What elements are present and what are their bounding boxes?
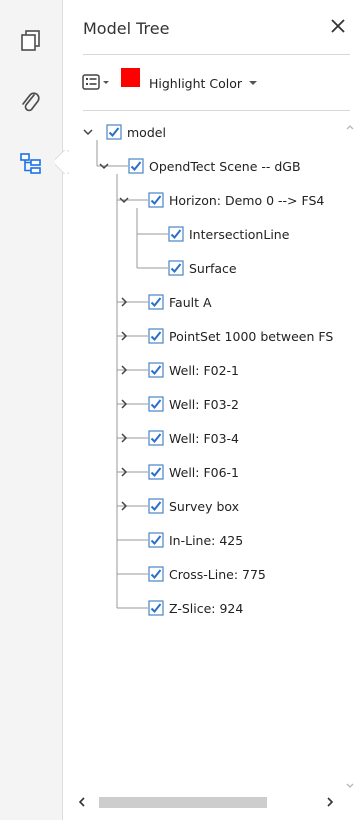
checkbox-checked-icon[interactable] bbox=[148, 362, 164, 378]
tree-node-label: Well: F06-1 bbox=[169, 464, 240, 480]
chevron-right-icon[interactable] bbox=[117, 397, 131, 411]
highlight-color-swatch[interactable] bbox=[121, 68, 140, 87]
pages-button[interactable] bbox=[14, 24, 48, 58]
tree-node-label: Well: F03-2 bbox=[169, 396, 240, 412]
tree-node-label: Well: F03-4 bbox=[169, 430, 240, 446]
tree-node-label: OpendTect Scene -- dGB bbox=[149, 158, 301, 174]
chevron-right-icon[interactable] bbox=[117, 329, 131, 343]
vertical-scrollbar[interactable] bbox=[343, 116, 357, 796]
checkbox-checked-icon[interactable] bbox=[148, 294, 164, 310]
model-tree-icon bbox=[20, 153, 41, 174]
panel-title: Model Tree bbox=[83, 19, 170, 38]
chevron-right-icon[interactable] bbox=[117, 431, 131, 445]
panel-toolbar: Highlight Color bbox=[63, 60, 360, 106]
checkbox-checked-icon[interactable] bbox=[128, 158, 144, 174]
model-tree-button[interactable] bbox=[14, 146, 48, 180]
tree-node[interactable]: Horizon: Demo 0 --> FS4 bbox=[119, 187, 325, 213]
attachments-button[interactable] bbox=[14, 86, 48, 120]
checkbox-checked-icon[interactable] bbox=[106, 124, 122, 140]
checkbox-checked-icon[interactable] bbox=[168, 260, 184, 276]
tree-node[interactable]: Well: F06-1 bbox=[121, 459, 240, 485]
tree-node-label: Cross-Line: 775 bbox=[169, 566, 266, 582]
checkbox-checked-icon[interactable] bbox=[148, 430, 164, 446]
pages-icon bbox=[21, 30, 40, 51]
tree-node-label: model bbox=[127, 124, 166, 140]
chevron-right-icon[interactable] bbox=[117, 499, 131, 513]
tree-node-label: Survey box bbox=[169, 498, 240, 514]
tree-node-label: PointSet 1000 between FS bbox=[169, 328, 334, 344]
checkbox-checked-icon[interactable] bbox=[148, 192, 164, 208]
checkbox-checked-icon[interactable] bbox=[148, 464, 164, 480]
model-tree-panel: Model Tree Highlight Color model OpendTec… bbox=[63, 0, 360, 820]
attachment-icon bbox=[22, 92, 40, 112]
tree-node-label: Well: F02-1 bbox=[169, 362, 240, 378]
chevron-down-icon[interactable] bbox=[117, 193, 131, 207]
panel-header: Model Tree bbox=[63, 0, 360, 54]
vertical-scrollbar-arrows bbox=[346, 125, 354, 788]
tree-node[interactable]: PointSet 1000 between FS bbox=[121, 323, 334, 349]
model-tree: model OpendTect Scene -- dGB Horizon: Demo… bbox=[63, 110, 360, 790]
chevron-right-icon[interactable] bbox=[117, 295, 131, 309]
close-icon bbox=[331, 19, 345, 33]
tree-node-label: Z-Slice: 924 bbox=[169, 600, 244, 616]
tree-node-label: IntersectionLine bbox=[189, 226, 290, 242]
left-navigation-rail bbox=[0, 0, 63, 820]
chevron-down-icon[interactable] bbox=[97, 159, 111, 173]
horizontal-scroll-thumb[interactable] bbox=[99, 797, 267, 808]
tree-node[interactable]: model bbox=[83, 119, 166, 145]
tree-node[interactable]: Survey box bbox=[121, 493, 240, 519]
tree-node[interactable]: Fault A bbox=[121, 289, 212, 315]
tree-node[interactable]: Well: F03-2 bbox=[121, 391, 240, 417]
checkbox-checked-icon[interactable] bbox=[148, 396, 164, 412]
checkbox-checked-icon[interactable] bbox=[148, 498, 164, 514]
tree-node-label: Fault A bbox=[169, 294, 212, 310]
checkbox-checked-icon[interactable] bbox=[148, 566, 164, 582]
tree-node[interactable]: OpendTect Scene -- dGB bbox=[99, 153, 301, 179]
horizontal-scrollbar[interactable] bbox=[63, 792, 360, 812]
checkbox-checked-icon[interactable] bbox=[148, 532, 164, 548]
scroll-right-icon[interactable] bbox=[325, 796, 335, 808]
tree-node[interactable]: Well: F02-1 bbox=[121, 357, 240, 383]
checkbox-checked-icon[interactable] bbox=[148, 328, 164, 344]
tree-node-label: Horizon: Demo 0 --> FS4 bbox=[169, 192, 325, 208]
checkbox-checked-icon[interactable] bbox=[148, 600, 164, 616]
options-button[interactable] bbox=[82, 73, 114, 95]
tree-node-label: In-Line: 425 bbox=[169, 532, 244, 548]
highlight-color-dropdown[interactable]: Highlight Color bbox=[149, 70, 258, 96]
chevron-right-icon[interactable] bbox=[117, 465, 131, 479]
tree-node[interactable]: Cross-Line: 775 bbox=[148, 561, 266, 587]
scroll-left-icon[interactable] bbox=[77, 796, 87, 808]
tree-node[interactable]: Well: F03-4 bbox=[121, 425, 240, 451]
tree-node[interactable]: IntersectionLine bbox=[168, 221, 289, 247]
close-button[interactable] bbox=[326, 14, 350, 38]
chevron-right-icon[interactable] bbox=[117, 363, 131, 377]
tree-node[interactable]: In-Line: 425 bbox=[148, 527, 243, 553]
checkbox-checked-icon[interactable] bbox=[168, 226, 184, 242]
tree-node-label: Surface bbox=[189, 260, 237, 276]
tree-node[interactable]: Z-Slice: 924 bbox=[148, 595, 243, 621]
header-divider bbox=[83, 54, 350, 55]
tree-node[interactable]: Surface bbox=[168, 255, 237, 281]
chevron-down-icon[interactable] bbox=[81, 125, 95, 139]
options-list-icon bbox=[82, 74, 109, 90]
chevron-down-icon bbox=[249, 81, 258, 85]
highlight-color-label: Highlight Color bbox=[149, 75, 243, 91]
